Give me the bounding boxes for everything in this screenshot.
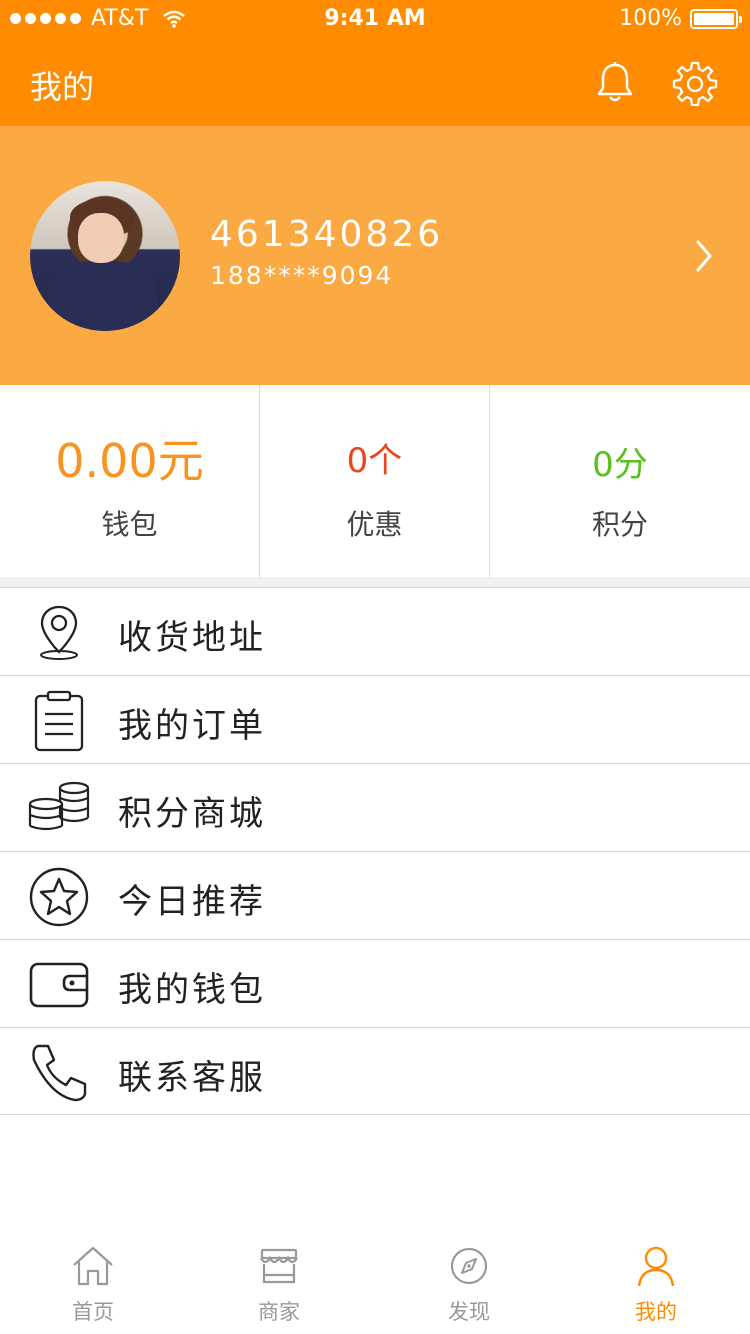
stat-points[interactable]: 0分 积分 xyxy=(490,385,750,577)
gear-icon[interactable] xyxy=(672,60,718,106)
tab-stores[interactable]: 商家 xyxy=(219,1236,339,1334)
chevron-right-icon[interactable] xyxy=(690,234,718,278)
location-pin-icon xyxy=(40,605,78,660)
tab-label: 商家 xyxy=(258,1300,300,1324)
menu-item-label: 联系客服 xyxy=(118,1058,266,1098)
tab-label: 发现 xyxy=(448,1300,490,1324)
coupon-label: 优惠 xyxy=(346,508,403,541)
menu-item-recommend[interactable]: 今日推荐 xyxy=(0,851,750,939)
menu-item-label: 收货地址 xyxy=(118,618,266,658)
menu-item-address[interactable]: 收货地址 xyxy=(0,587,750,675)
clipboard-icon xyxy=(34,690,84,752)
wallet-label: 钱包 xyxy=(101,508,158,541)
battery-percent: 100% xyxy=(619,6,682,31)
star-icon xyxy=(29,867,89,927)
store-icon xyxy=(260,1248,298,1284)
tab-home[interactable]: 首页 xyxy=(33,1236,153,1334)
tab-label: 我的 xyxy=(635,1300,677,1324)
battery-icon xyxy=(690,8,742,29)
status-right: 100% xyxy=(619,6,742,31)
nav-bar: 我的 xyxy=(0,40,750,126)
profile-header[interactable]: 461340826 188****9094 xyxy=(0,126,750,385)
wallet-value: 0.00元 xyxy=(55,434,204,488)
menu-item-orders[interactable]: 我的订单 xyxy=(0,675,750,763)
tab-bar: 首页 商家 发现 我的 xyxy=(0,1236,750,1334)
menu-item-label: 今日推荐 xyxy=(118,882,266,922)
menu-item-label: 积分商城 xyxy=(118,794,266,834)
coupon-value: 0个 xyxy=(346,441,403,481)
coins-icon xyxy=(28,781,90,831)
home-icon xyxy=(73,1246,113,1286)
stat-coupon[interactable]: 0个 优惠 xyxy=(260,385,490,577)
status-bar: AT&T 9:41 AM 100% xyxy=(0,0,750,40)
menu-item-points-mall[interactable]: 积分商城 xyxy=(0,763,750,851)
compass-icon xyxy=(450,1247,488,1285)
menu-item-label: 我的钱包 xyxy=(118,970,266,1010)
bell-icon[interactable] xyxy=(592,60,638,106)
menu-list: 收货地址 我的订单 积分商城 今日推荐 我的钱包 联系客服 xyxy=(0,587,750,1115)
tab-mine[interactable]: 我的 xyxy=(596,1236,716,1334)
user-id: 461340826 xyxy=(210,214,444,255)
points-label: 积分 xyxy=(591,508,648,541)
section-divider xyxy=(0,577,750,587)
wallet-icon xyxy=(29,962,89,1008)
user-phone: 188****9094 xyxy=(210,261,394,290)
user-icon xyxy=(637,1246,675,1287)
page-title: 我的 xyxy=(30,68,95,106)
menu-item-label: 我的订单 xyxy=(118,706,266,746)
stats-row: 0.00元 钱包 0个 优惠 0分 积分 xyxy=(0,385,750,577)
menu-item-wallet[interactable]: 我的钱包 xyxy=(0,939,750,1027)
tab-label: 首页 xyxy=(72,1300,114,1324)
points-value: 0分 xyxy=(592,445,648,485)
avatar[interactable] xyxy=(30,181,180,331)
tab-discover[interactable]: 发现 xyxy=(409,1236,529,1334)
menu-item-customer-service[interactable]: 联系客服 xyxy=(0,1027,750,1115)
stat-wallet[interactable]: 0.00元 钱包 xyxy=(0,385,260,577)
phone-icon xyxy=(32,1044,87,1102)
